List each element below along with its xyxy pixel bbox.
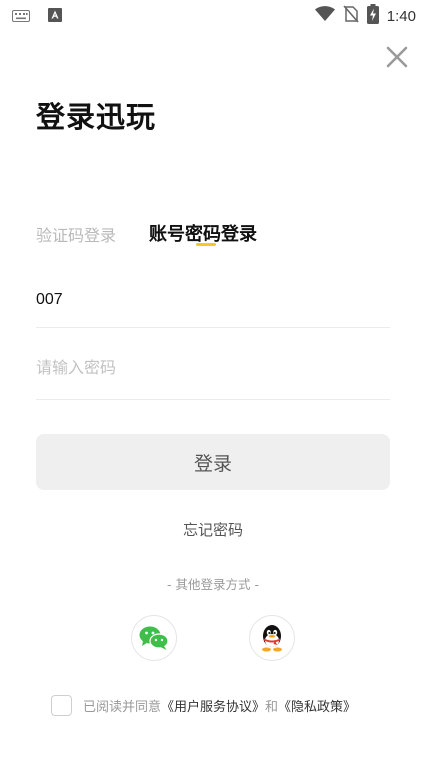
- account-input[interactable]: [36, 285, 390, 315]
- agreement-and: 和: [265, 700, 279, 715]
- forgot-password-link[interactable]: 忘记密码: [0, 519, 426, 540]
- status-time: 1:40: [386, 7, 416, 25]
- other-login-label: - 其他登录方式 -: [167, 577, 259, 592]
- battery-charging-icon: [366, 4, 379, 28]
- wechat-icon: [139, 626, 169, 650]
- user-agreement-link[interactable]: 《用户服务协议》: [161, 696, 265, 715]
- wifi-icon: [314, 6, 335, 26]
- no-signal-icon: [343, 5, 359, 27]
- active-tab-indicator: [196, 243, 216, 246]
- agreement-row: 已阅读并同意 《用户服务协议》 和 《隐私政策》: [51, 695, 356, 716]
- agreement-prefix: 已阅读并同意: [83, 700, 162, 715]
- close-button[interactable]: [384, 44, 410, 70]
- login-button[interactable]: 登录: [36, 434, 390, 490]
- status-bar: 1:40: [0, 0, 426, 30]
- account-field-wrapper: [36, 278, 390, 328]
- page-title: 登录迅玩: [36, 100, 157, 134]
- tab-sms-login[interactable]: 验证码登录: [36, 222, 116, 246]
- qq-icon: [262, 625, 282, 652]
- password-input[interactable]: [36, 354, 390, 384]
- qq-login-button[interactable]: [249, 615, 295, 661]
- agreement-checkbox[interactable]: [51, 695, 72, 716]
- close-icon: [386, 46, 408, 68]
- wechat-login-button[interactable]: [131, 615, 177, 661]
- privacy-policy-link[interactable]: 《隐私政策》: [278, 696, 356, 715]
- keyboard-icon: [12, 7, 30, 26]
- password-field-wrapper: [36, 350, 390, 400]
- app-notification-icon: [48, 7, 62, 26]
